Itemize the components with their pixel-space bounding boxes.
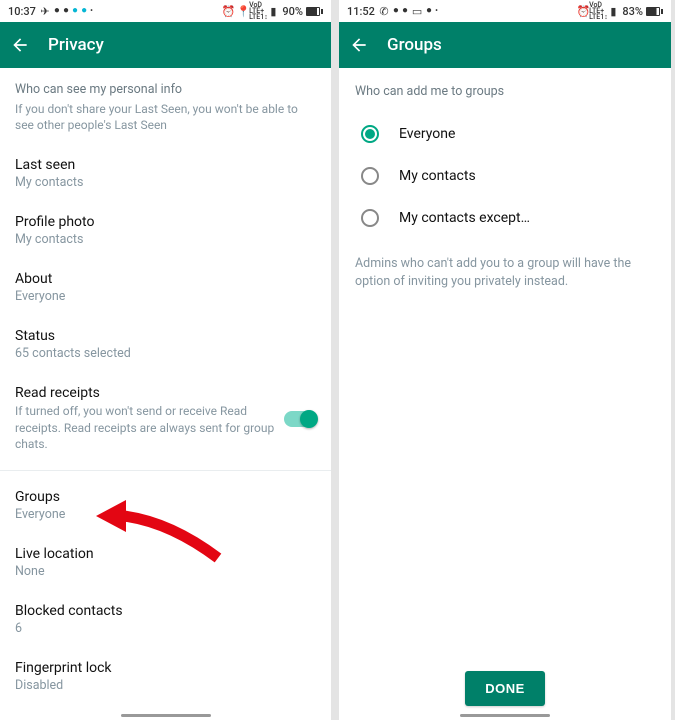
item-fingerprint-lock[interactable]: Fingerprint lock Disabled (0, 648, 331, 705)
option-label: Everyone (399, 126, 455, 142)
groups-content: Who can add me to groups Everyone My con… (339, 68, 671, 659)
item-value: Everyone (15, 507, 316, 522)
item-label: Profile photo (15, 214, 316, 230)
item-desc: If turned off, you won't send or receive… (15, 403, 284, 452)
back-icon[interactable] (349, 35, 369, 55)
item-label: Fingerprint lock (15, 660, 316, 676)
battery-percent: 83% (622, 5, 643, 18)
home-indicator[interactable] (460, 714, 550, 717)
item-label: About (15, 271, 316, 287)
item-label: Last seen (15, 157, 316, 173)
item-read-receipts[interactable]: Read receipts If turned off, you won't s… (0, 373, 331, 464)
radio-icon (361, 125, 379, 143)
status-time: 11:52 (347, 5, 375, 18)
telegram-icon: ✈ (39, 5, 51, 17)
privacy-content: Who can see my personal info If you don'… (0, 68, 331, 720)
item-value: Everyone (15, 289, 316, 304)
status-bar: 11:52 ✆ ● ● ▭ ● • ⏰ VoD LTE+LTE1↕ ▮ 83% (339, 0, 671, 22)
option-my-contacts-except[interactable]: My contacts except… (339, 197, 671, 239)
alarm-icon: ⏰ (222, 5, 234, 17)
item-status[interactable]: Status 65 contacts selected (0, 316, 331, 373)
section-header: Who can add me to groups (339, 68, 671, 105)
app-bar: Privacy (0, 22, 331, 68)
item-live-location[interactable]: Live location None (0, 534, 331, 591)
battery-icon (646, 7, 663, 16)
app-bar: Groups (339, 22, 671, 68)
option-label: My contacts (399, 168, 476, 184)
section-header: Who can see my personal info (0, 68, 331, 101)
status-icon: ● (81, 6, 87, 16)
footer-bar: DONE (339, 659, 671, 720)
status-icon: ● (426, 6, 432, 16)
radio-icon (361, 209, 379, 227)
divider (0, 470, 331, 471)
option-my-contacts[interactable]: My contacts (339, 155, 671, 197)
alarm-icon: ⏰ (577, 5, 589, 17)
signal-icon: ▮ (267, 5, 279, 17)
location-icon: 📍 (237, 5, 249, 17)
item-last-seen[interactable]: Last seen My contacts (0, 145, 331, 202)
item-label: Blocked contacts (15, 603, 316, 619)
item-groups[interactable]: Groups Everyone (0, 477, 331, 534)
section-subtext: If you don't share your Last Seen, you w… (0, 101, 331, 145)
option-label: My contacts except… (399, 210, 530, 226)
network-icon: VoD LTE+LTE1↕ (592, 5, 604, 17)
home-indicator[interactable] (121, 714, 211, 717)
item-value: Disabled (15, 678, 316, 693)
whatsapp-icon: ✆ (378, 5, 390, 17)
status-icon: ● (393, 6, 399, 16)
item-value: My contacts (15, 175, 316, 190)
item-label: Status (15, 328, 316, 344)
item-value: 6 (15, 621, 316, 636)
status-bar: 10:37 ✈ ● ● ● ● • ⏰ 📍 VoD LTE+LTE1↕ ▮ 90… (0, 0, 331, 22)
item-label: Groups (15, 489, 316, 505)
options-list: Everyone My contacts My contacts except… (339, 105, 671, 247)
read-receipts-switch[interactable] (284, 411, 316, 427)
item-label: Read receipts (15, 385, 284, 401)
status-icon: ● (72, 6, 78, 16)
radio-icon (361, 167, 379, 185)
back-icon[interactable] (10, 35, 30, 55)
page-title: Privacy (48, 35, 104, 55)
battery-icon (306, 7, 323, 16)
status-icon: ● (54, 6, 60, 16)
groups-screen: 11:52 ✆ ● ● ▭ ● • ⏰ VoD LTE+LTE1↕ ▮ 83% … (339, 0, 671, 720)
battery-percent: 90% (282, 5, 303, 18)
signal-icon: ▮ (607, 5, 619, 17)
done-button[interactable]: DONE (465, 671, 545, 706)
option-everyone[interactable]: Everyone (339, 113, 671, 155)
message-icon: ▭ (411, 5, 423, 17)
item-about[interactable]: About Everyone (0, 259, 331, 316)
item-profile-photo[interactable]: Profile photo My contacts (0, 202, 331, 259)
footer-note: Admins who can't add you to a group will… (339, 247, 671, 299)
item-value: None (15, 564, 316, 579)
network-icon: VoD LTE+LTE1↕ (252, 5, 264, 17)
item-value: 65 contacts selected (15, 346, 316, 361)
privacy-screen: 10:37 ✈ ● ● ● ● • ⏰ 📍 VoD LTE+LTE1↕ ▮ 90… (0, 0, 331, 720)
status-icon: • (435, 7, 438, 15)
status-icon: ● (63, 6, 69, 16)
status-time: 10:37 (8, 5, 36, 18)
status-icon: ● (402, 6, 408, 16)
status-icon: • (90, 7, 93, 15)
item-blocked-contacts[interactable]: Blocked contacts 6 (0, 591, 331, 648)
item-label: Live location (15, 546, 316, 562)
item-value: My contacts (15, 232, 316, 247)
page-title: Groups (387, 35, 442, 55)
